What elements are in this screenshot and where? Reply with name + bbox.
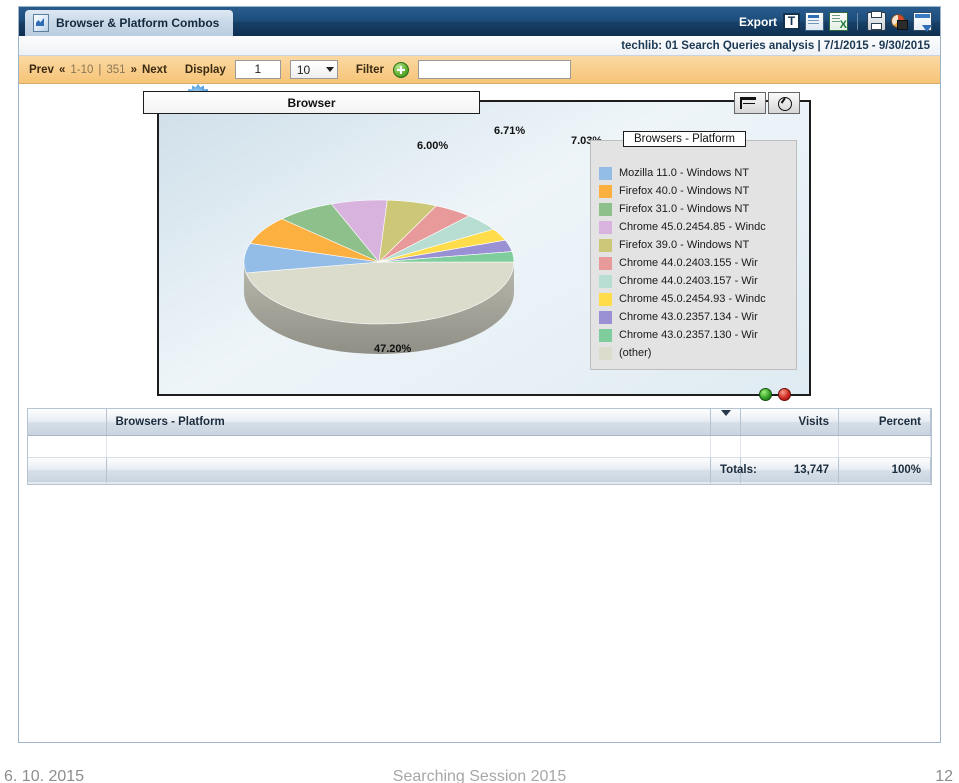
next-chevron-icon[interactable]: »: [131, 64, 137, 76]
totals-label: Totals:: [710, 456, 757, 484]
legend-color-swatch: [599, 238, 612, 252]
legend-item-label: Mozilla 11.0 - Windows NT: [619, 167, 749, 179]
totals-blank-name: [106, 456, 711, 484]
chart-panel: Browser 6.71% 6.00% 7.03% 47.20% Browser…: [143, 84, 811, 401]
status-dot-red[interactable]: [778, 388, 791, 401]
legend-item[interactable]: Chrome 45.0.2454.93 - Windc: [599, 291, 792, 307]
table-header-row: Browsers - Platform Visits Percent: [28, 409, 931, 436]
data-table: Browsers - Platform Visits Percent Total…: [28, 409, 931, 484]
toolbar-divider: [857, 13, 858, 30]
chart-legend: Browsers - Platform Mozilla 11.0 - Windo…: [590, 131, 797, 370]
rows-per-page-select[interactable]: 10: [289, 60, 338, 79]
legend-item-list: Mozilla 11.0 - Windows NT Firefox 40.0 - …: [599, 165, 792, 365]
legend-item[interactable]: (other): [599, 345, 792, 361]
legend-item-label: Chrome 43.0.2357.134 - Wir: [619, 311, 758, 323]
legend-color-swatch: [599, 202, 612, 216]
filter-label: Filter: [355, 63, 384, 76]
legend-color-swatch: [599, 292, 612, 306]
th-visits[interactable]: Visits: [740, 409, 839, 436]
sort-descending-icon: [720, 409, 731, 428]
range-separator: |: [98, 63, 102, 76]
prev-button[interactable]: Prev: [29, 64, 54, 76]
text-export-icon[interactable]: T: [783, 13, 800, 30]
legend-item-label: Firefox 39.0 - Windows NT: [619, 239, 750, 251]
print-icon[interactable]: [867, 11, 886, 31]
legend-color-swatch: [599, 328, 612, 342]
report-context-text: techlib: 01 Search Queries analysis | 7/…: [621, 39, 930, 52]
total-rows-label: 351: [106, 63, 126, 76]
legend-item[interactable]: Chrome 44.0.2403.155 - Wir: [599, 255, 792, 271]
th-browsers-platform[interactable]: Browsers - Platform: [106, 409, 711, 436]
word-export-icon[interactable]: [805, 12, 824, 31]
legend-item-label: (other): [619, 347, 652, 359]
legend-color-swatch: [599, 166, 612, 180]
display-label: Display: [184, 63, 226, 76]
add-filter-icon[interactable]: [392, 61, 409, 78]
analytics-window: Browser & Platform Combos Export T techl…: [18, 6, 941, 743]
window-titlebar: Browser & Platform Combos Export T: [19, 7, 940, 36]
legend-color-swatch: [599, 346, 612, 360]
report-download-icon[interactable]: [913, 12, 932, 32]
th-sort[interactable]: [710, 409, 741, 436]
totals-percent: 100%: [838, 456, 931, 484]
legend-color-swatch: [599, 220, 612, 234]
chart-export-icon[interactable]: [891, 13, 908, 30]
pie-label-4: 6.71%: [494, 125, 526, 137]
legend-item[interactable]: Mozilla 11.0 - Windows NT: [599, 165, 792, 181]
legend-item[interactable]: Chrome 43.0.2357.130 - Wir: [599, 327, 792, 343]
report-page-icon: [33, 14, 49, 32]
legend-item[interactable]: Chrome 43.0.2357.134 - Wir: [599, 309, 792, 325]
filter-input[interactable]: [417, 60, 571, 79]
slide-title: Searching Session 2015: [392, 768, 567, 783]
th-percent[interactable]: Percent: [838, 409, 931, 436]
legend-color-swatch: [599, 256, 612, 270]
status-dot-green[interactable]: [759, 388, 772, 401]
legend-item-label: Firefox 40.0 - Windows NT: [619, 185, 750, 197]
legend-item-label: Chrome 45.0.2454.93 - Windc: [619, 293, 766, 305]
legend-color-swatch: [599, 274, 612, 288]
legend-item-label: Chrome 44.0.2403.157 - Wir: [619, 275, 758, 287]
report-context-bar: techlib: 01 Search Queries analysis | 7/…: [19, 36, 940, 56]
legend-item[interactable]: Firefox 40.0 - Windows NT: [599, 183, 792, 199]
legend-color-swatch: [599, 184, 612, 198]
legend-item[interactable]: Firefox 31.0 - Windows NT: [599, 201, 792, 217]
table-spacer-row: [28, 435, 931, 458]
slide-root: Browser & Platform Combos Export T techl…: [0, 0, 959, 783]
pie-label-other: 47.20%: [374, 343, 412, 355]
titlebar-actions: Export T: [739, 7, 932, 36]
legend-item-label: Chrome 43.0.2357.130 - Wir: [619, 329, 758, 341]
tab-label: Browser & Platform Combos: [56, 16, 220, 30]
table-header: Browsers - Platform Visits Percent: [28, 409, 931, 436]
excel-export-icon[interactable]: [829, 12, 848, 31]
pie-label-5: 6.00%: [417, 140, 449, 152]
legend-item-label: Chrome 44.0.2403.155 - Wir: [619, 257, 758, 269]
legend-item-label: Firefox 31.0 - Windows NT: [619, 203, 750, 215]
data-table-container: Browsers - Platform Visits Percent Total…: [27, 408, 932, 485]
table-footer: Totals: 13,747 100%: [28, 435, 931, 484]
totals-row: Totals: 13,747 100%: [28, 456, 931, 484]
legend-color-swatch: [599, 310, 612, 324]
pagination-toolbar: Prev « 1-10 | 351 » Next Display 1 10 Fi…: [19, 56, 940, 84]
th-rank[interactable]: [28, 409, 107, 436]
current-range-label: 1-10: [70, 63, 94, 76]
slide-page-number: 12: [935, 768, 953, 783]
tab-browser-platform-combos[interactable]: Browser & Platform Combos: [25, 10, 234, 36]
legend-item[interactable]: Chrome 45.0.2454.85 - Windc: [599, 219, 792, 235]
next-button[interactable]: Next: [142, 64, 167, 76]
legend-title: Browsers - Platform: [623, 131, 746, 147]
report-body: Browser 6.71% 6.00% 7.03% 47.20% Browser…: [19, 84, 940, 741]
page-number-input[interactable]: 1: [234, 60, 281, 79]
rows-per-page-value: 10: [296, 62, 311, 77]
chevron-down-icon: [325, 67, 334, 72]
prev-chevron-icon[interactable]: «: [59, 64, 65, 76]
legend-item[interactable]: Firefox 39.0 - Windows NT: [599, 237, 792, 253]
chart-status-dots: [759, 388, 791, 401]
totals-blank-rank: [28, 456, 107, 484]
legend-item[interactable]: Chrome 44.0.2403.157 - Wir: [599, 273, 792, 289]
pie-slices: [243, 199, 515, 325]
legend-item-label: Chrome 45.0.2454.85 - Windc: [619, 221, 766, 233]
export-label: Export: [738, 14, 777, 29]
